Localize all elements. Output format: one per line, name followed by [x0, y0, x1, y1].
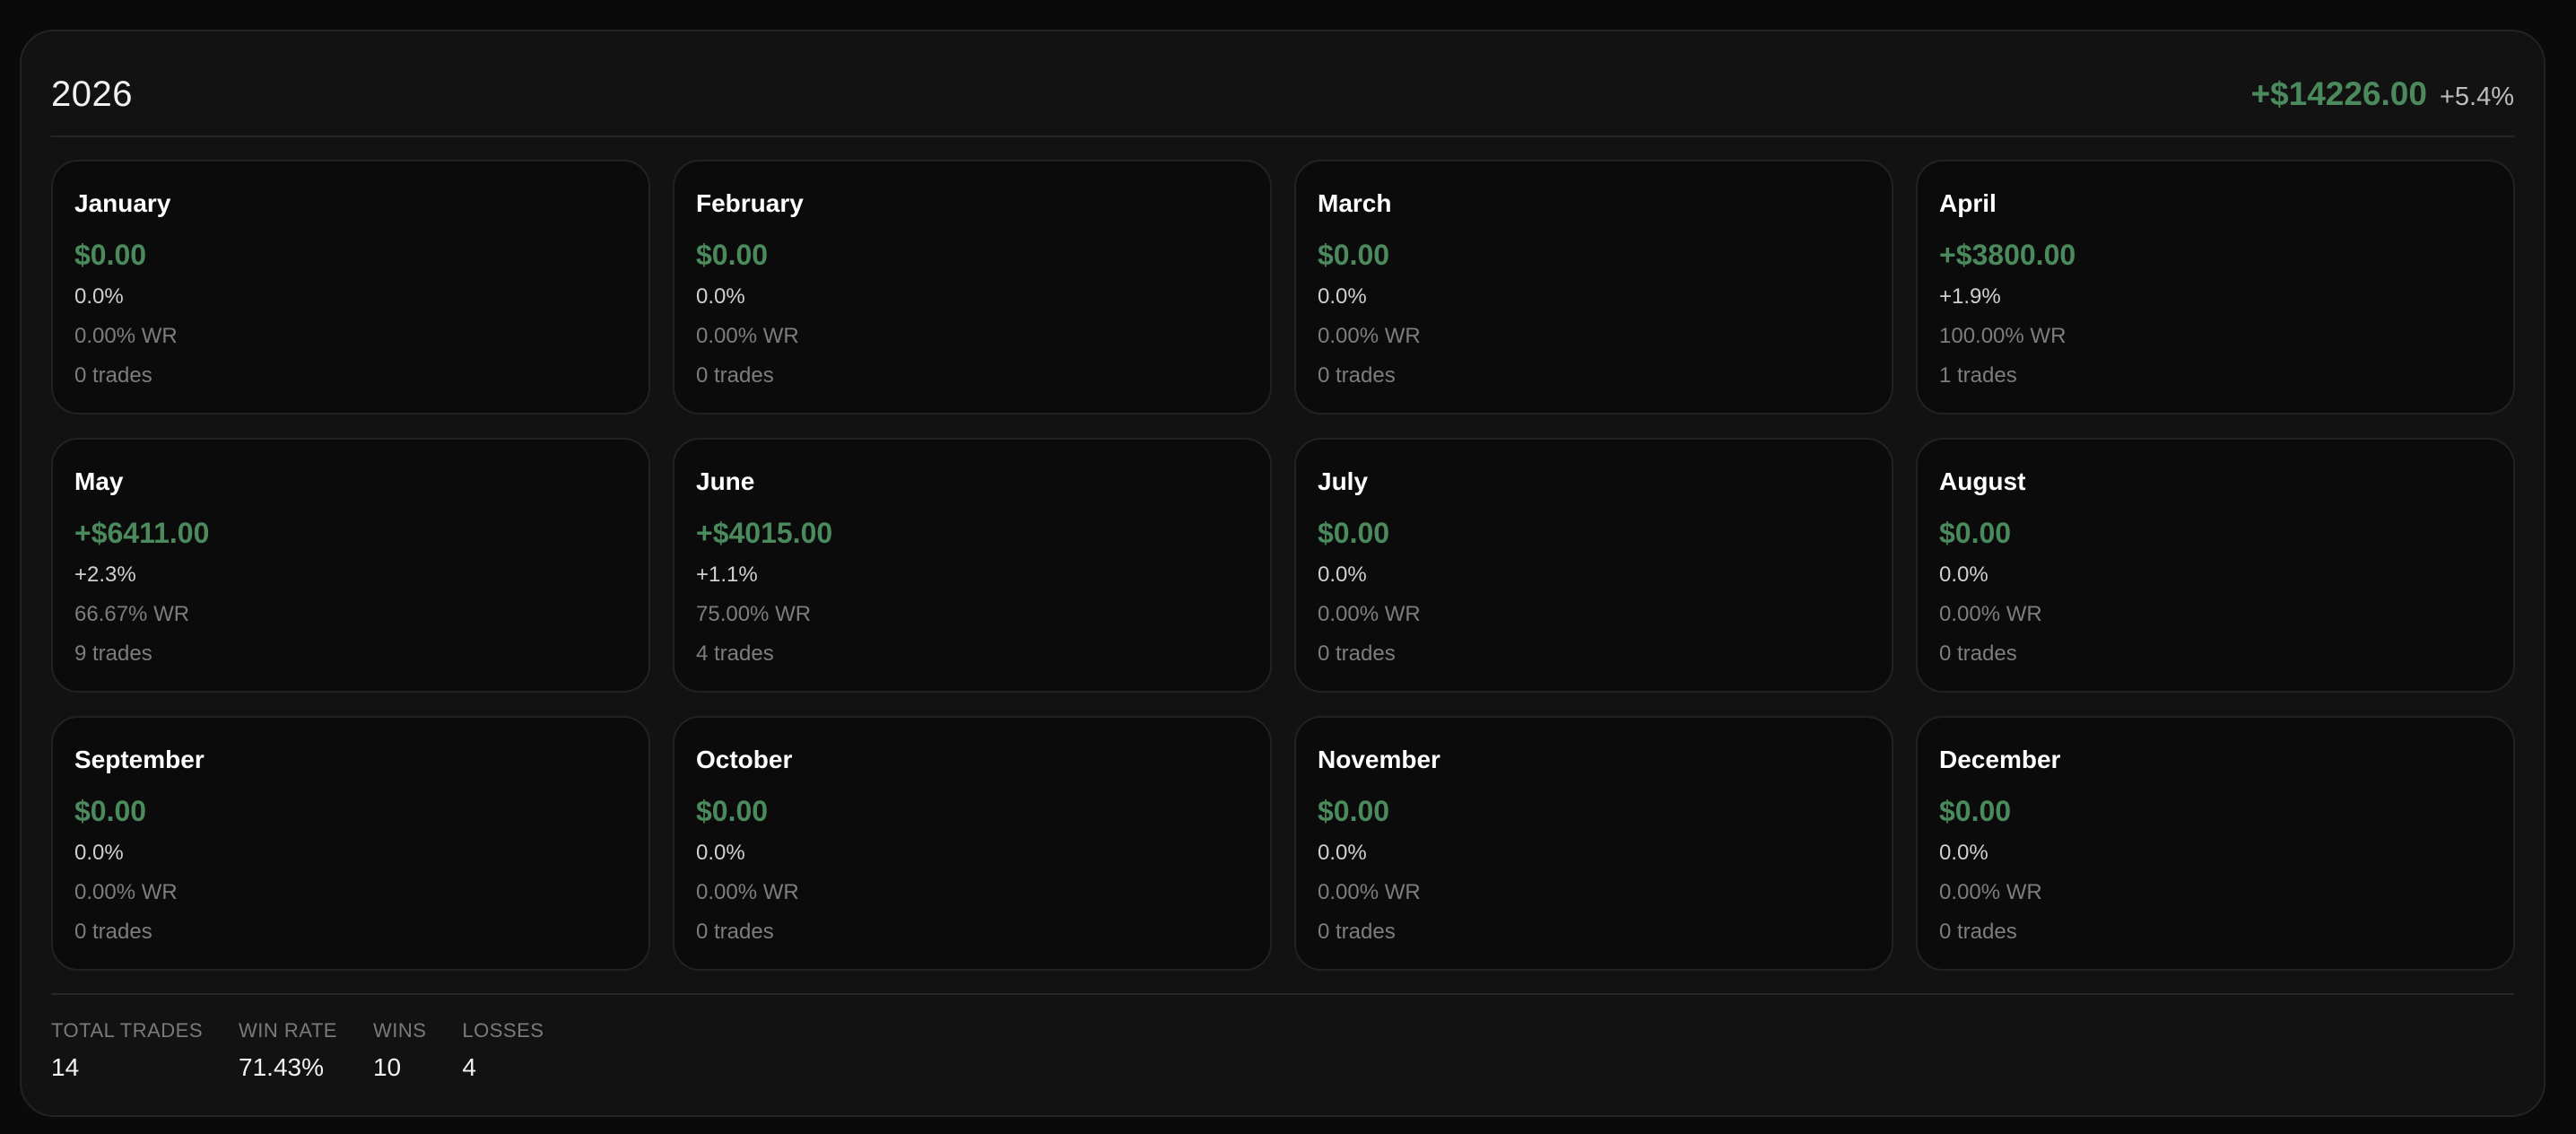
month-pnl: $0.00 — [74, 795, 147, 827]
month-pct: +1.1% — [696, 563, 758, 587]
month-pnl: +$4015.00 — [696, 517, 833, 549]
month-name: February — [696, 189, 804, 217]
stat-label: LOSSES — [462, 1019, 544, 1042]
stat-losses: LOSSES 4 — [462, 1018, 544, 1083]
month-card-august[interactable]: August $0.00 0.0% 0.00% WR 0 trades — [1916, 438, 2515, 693]
month-win-rate: 0.00% WR — [1318, 880, 1421, 904]
month-win-rate: 100.00% WR — [1939, 324, 2067, 348]
stat-value: 10 — [372, 1053, 402, 1081]
month-pct: +2.3% — [74, 563, 136, 587]
month-pct: 0.0% — [1939, 841, 1989, 865]
stat-value: 71.43% — [239, 1053, 324, 1081]
month-pnl: $0.00 — [74, 239, 147, 271]
month-pct: 0.0% — [74, 841, 124, 865]
month-pnl: $0.00 — [1939, 795, 2012, 827]
month-trades: 0 trades — [74, 920, 152, 944]
month-pnl: +$3800.00 — [1939, 239, 2076, 271]
month-win-rate: 0.00% WR — [74, 324, 178, 348]
month-win-rate: 0.00% WR — [1939, 880, 2042, 904]
month-pnl: $0.00 — [1318, 517, 1390, 549]
month-grid: January $0.00 0.0% 0.00% WR 0 trades Feb… — [51, 160, 2515, 971]
year-total-pnl: +$14226.00 — [2250, 75, 2427, 112]
month-win-rate: 0.00% WR — [74, 880, 178, 904]
month-card-january[interactable]: January $0.00 0.0% 0.00% WR 0 trades — [51, 160, 650, 414]
month-name: June — [696, 467, 755, 495]
stat-value: 14 — [51, 1053, 80, 1081]
month-card-october[interactable]: October $0.00 0.0% 0.00% WR 0 trades — [673, 716, 1272, 971]
stats-bar: TOTAL TRADES 14 WIN RATE 71.43% WINS 10 … — [51, 1018, 544, 1083]
month-trades: 0 trades — [1318, 641, 1396, 666]
month-card-july[interactable]: July $0.00 0.0% 0.00% WR 0 trades — [1294, 438, 1893, 693]
month-pct: 0.0% — [696, 284, 745, 309]
month-win-rate: 0.00% WR — [1318, 602, 1421, 626]
month-pct: 0.0% — [1318, 563, 1367, 587]
year-total-pct: +5.4% — [2439, 83, 2514, 111]
month-name: November — [1318, 746, 1440, 773]
month-win-rate: 0.00% WR — [1318, 324, 1421, 348]
stat-label: TOTAL TRADES — [51, 1019, 204, 1042]
header-divider — [51, 135, 2514, 137]
month-name: April — [1939, 189, 1997, 217]
month-win-rate: 0.00% WR — [696, 324, 799, 348]
month-card-september[interactable]: September $0.00 0.0% 0.00% WR 0 trades — [51, 716, 650, 971]
month-trades: 0 trades — [1939, 920, 2017, 944]
month-pnl: +$6411.00 — [74, 517, 210, 549]
year-header: 2026 +$14226.00 +5.4% — [51, 67, 2514, 121]
month-win-rate: 66.67% WR — [74, 602, 190, 626]
year-total: +$14226.00 +5.4% — [2250, 75, 2514, 113]
month-trades: 4 trades — [696, 641, 774, 666]
month-pnl: $0.00 — [1939, 517, 2012, 549]
stat-wins: WINS 10 — [373, 1018, 426, 1083]
stat-total-trades: TOTAL TRADES 14 — [51, 1018, 203, 1083]
month-trades: 0 trades — [1318, 363, 1396, 388]
month-trades: 9 trades — [74, 641, 152, 666]
month-card-april[interactable]: April +$3800.00 +1.9% 100.00% WR 1 trade… — [1916, 160, 2515, 414]
year-summary-panel: 2026 +$14226.00 +5.4% January $0.00 0.0%… — [20, 30, 2546, 1117]
month-pct: 0.0% — [1318, 841, 1367, 865]
month-card-may[interactable]: May +$6411.00 +2.3% 66.67% WR 9 trades — [51, 438, 650, 693]
month-name: May — [74, 467, 124, 495]
month-card-november[interactable]: November $0.00 0.0% 0.00% WR 0 trades — [1294, 716, 1893, 971]
month-name: January — [74, 189, 171, 217]
stat-label: WIN RATE — [239, 1019, 337, 1042]
month-name: August — [1939, 467, 2026, 495]
month-win-rate: 75.00% WR — [696, 602, 812, 626]
month-pnl: $0.00 — [696, 239, 769, 271]
month-trades: 0 trades — [1318, 920, 1396, 944]
month-trades: 0 trades — [696, 920, 774, 944]
month-card-june[interactable]: June +$4015.00 +1.1% 75.00% WR 4 trades — [673, 438, 1272, 693]
stat-value: 4 — [462, 1053, 476, 1081]
month-pct: +1.9% — [1939, 284, 2001, 309]
month-name: December — [1939, 746, 2061, 773]
month-pnl: $0.00 — [1318, 795, 1390, 827]
month-name: March — [1318, 189, 1392, 217]
footer-divider — [51, 993, 2514, 995]
month-trades: 0 trades — [74, 363, 152, 388]
month-name: October — [696, 746, 793, 773]
month-pct: 0.0% — [74, 284, 124, 309]
month-card-december[interactable]: December $0.00 0.0% 0.00% WR 0 trades — [1916, 716, 2515, 971]
month-card-march[interactable]: March $0.00 0.0% 0.00% WR 0 trades — [1294, 160, 1893, 414]
month-win-rate: 0.00% WR — [696, 880, 799, 904]
month-pnl: $0.00 — [696, 795, 769, 827]
month-name: September — [74, 746, 205, 773]
month-pct: 0.0% — [696, 841, 745, 865]
month-trades: 0 trades — [696, 363, 774, 388]
month-pct: 0.0% — [1318, 284, 1367, 309]
month-win-rate: 0.00% WR — [1939, 602, 2042, 626]
month-trades: 1 trades — [1939, 363, 2017, 388]
year-title: 2026 — [51, 74, 133, 114]
stat-win-rate: WIN RATE 71.43% — [239, 1018, 337, 1083]
month-card-february[interactable]: February $0.00 0.0% 0.00% WR 0 trades — [673, 160, 1272, 414]
month-pnl: $0.00 — [1318, 239, 1390, 271]
month-pct: 0.0% — [1939, 563, 1989, 587]
stat-label: WINS — [372, 1019, 427, 1042]
month-trades: 0 trades — [1939, 641, 2017, 666]
month-name: July — [1318, 467, 1369, 495]
